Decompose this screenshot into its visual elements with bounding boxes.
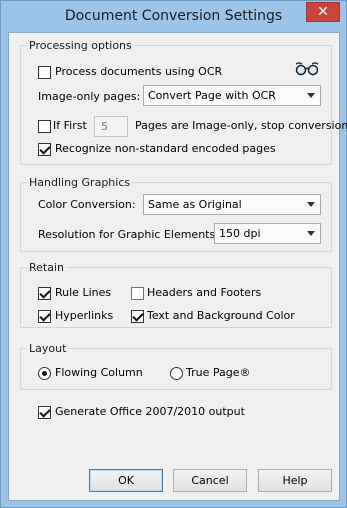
flowing-column-label: Flowing Column [55, 366, 143, 379]
help-button[interactable]: Help [258, 469, 332, 492]
glasses-icon [295, 62, 319, 76]
dialog-window: Document Conversion Settings ✕ Processin… [0, 0, 347, 508]
title-bar[interactable]: Document Conversion Settings ✕ [1, 1, 346, 32]
cancel-button[interactable]: Cancel [173, 469, 247, 492]
recognize-encoded-checkbox[interactable] [38, 143, 51, 156]
color-conversion-select[interactable]: Same as Original [143, 194, 321, 215]
true-page-radio[interactable] [170, 367, 183, 380]
image-only-select-value: Convert Page with OCR [148, 89, 276, 102]
color-conversion-label: Color Conversion: [38, 198, 136, 211]
retain-legend: Retain [29, 261, 64, 274]
color-conversion-value: Same as Original [148, 198, 242, 211]
window-title: Document Conversion Settings [64, 8, 283, 24]
office-output-checkbox[interactable] [38, 406, 51, 419]
layout-legend: Layout [29, 342, 67, 355]
ok-button[interactable]: OK [89, 469, 163, 492]
if-first-checkbox[interactable] [38, 120, 51, 133]
text-bg-color-label: Text and Background Color [147, 309, 295, 322]
image-only-select[interactable]: Convert Page with OCR [143, 85, 321, 106]
hyperlinks-checkbox[interactable] [38, 310, 51, 323]
flowing-column-radio[interactable] [38, 367, 51, 380]
rule-lines-label: Rule Lines [55, 286, 112, 299]
headers-footers-checkbox[interactable] [131, 287, 144, 300]
chevron-down-icon [307, 93, 315, 98]
chevron-down-icon [307, 231, 315, 236]
resolution-select[interactable]: 150 dpi [214, 223, 321, 244]
recognize-encoded-label: Recognize non-standard encoded pages [55, 142, 276, 155]
hyperlinks-label: Hyperlinks [55, 309, 114, 322]
office-output-label: Generate Office 2007/2010 output [55, 405, 245, 418]
handling-graphics-legend: Handling Graphics [29, 176, 131, 189]
close-button[interactable]: ✕ [306, 2, 340, 22]
if-first-pages-input[interactable]: 5 [94, 116, 128, 137]
chevron-down-icon [307, 202, 315, 207]
rule-lines-checkbox[interactable] [38, 287, 51, 300]
image-only-label: Image-only pages: [38, 90, 141, 103]
if-first-label: If First [53, 119, 87, 132]
headers-footers-label: Headers and Footers [147, 286, 262, 299]
true-page-label: True Page® [186, 366, 251, 379]
resolution-value: 150 dpi [219, 227, 261, 240]
resolution-label: Resolution for Graphic Elements: [38, 228, 219, 241]
ocr-label: Process documents using OCR [55, 65, 223, 78]
text-bg-color-checkbox[interactable] [131, 310, 144, 323]
ocr-checkbox[interactable] [38, 66, 51, 79]
dialog-body: Processing options Process documents usi… [8, 32, 347, 501]
if-first-suffix-label: Pages are Image-only, stop conversion [135, 119, 347, 132]
processing-options-legend: Processing options [29, 39, 132, 52]
